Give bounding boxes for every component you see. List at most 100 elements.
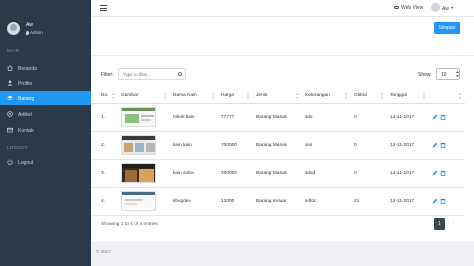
cell-oldrid: 0 — [351, 131, 387, 160]
cell-no: 3. — [91, 159, 118, 188]
cell-nama-kain: kbvgdev — [170, 187, 218, 216]
target-icon — [7, 111, 13, 117]
delete-trash-icon[interactable] — [440, 142, 446, 148]
cell-harga: 700000 — [218, 131, 253, 160]
pagination-page-1[interactable]: 1 — [434, 218, 445, 230]
sidebar-item-barang[interactable]: Barang — [0, 91, 91, 105]
cell-no: 2. — [91, 131, 118, 160]
barang-table: No. Gambar Nama Kain Harga Jenis Keteran… — [91, 89, 465, 216]
edit-pencil-icon[interactable] — [432, 198, 438, 204]
cell-harga: 77777 — [218, 103, 253, 132]
sidebar-item-artikel[interactable]: Artikel — [0, 107, 91, 121]
column-header-nama-kain[interactable]: Nama Kain — [170, 89, 218, 104]
table-row: 1. tokok kain 77777 Barang Masuk sds 0 1… — [91, 103, 465, 132]
sidebar: Aw Admin MAIN Beranda Profile Barang Art… — [0, 0, 91, 266]
column-header-jenis[interactable]: Jenis — [253, 89, 302, 104]
table-row: 2. kain kain 700000 Barang Masuk sss 0 1… — [91, 131, 465, 160]
top-bar: Web View Aw — [91, 0, 474, 17]
filter-input[interactable] — [118, 68, 186, 80]
profile: Aw Admin — [0, 18, 91, 44]
cell-oldrid: 0 — [351, 159, 387, 188]
filter-label: Filter: — [101, 72, 114, 78]
product-thumbnail — [121, 191, 156, 211]
user-avatar — [431, 3, 440, 12]
divider — [91, 55, 474, 56]
header-label: Oldrid — [354, 93, 367, 99]
column-header-no[interactable]: No. — [91, 89, 118, 104]
edit-pencil-icon[interactable] — [432, 170, 438, 176]
sidebar-item-label: Beranda — [18, 65, 37, 72]
sidebar-item-kontak[interactable]: Kontak — [0, 123, 91, 137]
simpan-button[interactable]: Simpan — [434, 22, 460, 34]
delete-trash-icon[interactable] — [440, 170, 446, 176]
sidebar-item-logout[interactable]: Logout — [0, 155, 91, 169]
edit-pencil-icon[interactable] — [432, 114, 438, 120]
header-label: Gambar — [121, 93, 139, 99]
cell-no: 1. — [91, 103, 118, 132]
column-header-keterangan[interactable]: Keterangan — [302, 89, 351, 104]
cell-no: 4. — [91, 187, 118, 216]
sidebar-item-profile[interactable]: Profile — [0, 76, 91, 90]
profile-name: Aw — [26, 22, 33, 28]
delete-trash-icon[interactable] — [440, 114, 446, 120]
profile-role: Admin — [26, 30, 43, 35]
cell-nama-kain: kain sutra — [170, 159, 218, 188]
sidebar-item-beranda[interactable]: Beranda — [0, 61, 91, 75]
product-thumbnail — [121, 135, 156, 155]
cell-gambar — [118, 131, 170, 160]
stepper-arrows-icon[interactable] — [456, 70, 459, 78]
delete-trash-icon[interactable] — [440, 198, 446, 204]
header-label: Tanggal — [390, 93, 407, 99]
header-label: Keterangan — [305, 93, 330, 99]
web-view-link[interactable]: Web View — [394, 5, 423, 11]
sort-icon — [212, 93, 215, 99]
web-view-label: Web View — [401, 5, 424, 11]
section-main-label: MAIN — [7, 48, 20, 53]
header-label: No. — [101, 93, 109, 99]
cell-oldrid: 0 — [351, 103, 387, 132]
table-header-row: No. Gambar Nama Kain Harga Jenis Keteran… — [91, 89, 465, 104]
user-menu[interactable]: Aw — [431, 3, 453, 12]
column-header-oldrid[interactable]: Oldrid — [351, 89, 387, 104]
copyright: © 2017 — [96, 249, 111, 254]
sort-icon — [459, 93, 462, 99]
table-info: Showing 1 to 4 of 4 entries — [101, 222, 158, 227]
cell-jenis: Barang Masuk — [253, 131, 302, 160]
cell-harga: 12000 — [218, 187, 253, 216]
column-header-gambar[interactable]: Gambar — [118, 89, 170, 104]
column-header-tanggal[interactable]: Tanggal — [387, 89, 429, 104]
avatar — [7, 22, 20, 35]
column-header-harga[interactable]: Harga — [218, 89, 253, 104]
cell-tanggal: 14-11-2017 — [387, 131, 429, 160]
sort-icon — [381, 93, 384, 99]
cell-jenis: Barang Masuk — [253, 159, 302, 188]
search-icon — [178, 72, 182, 76]
cell-tanggal: 14-11-2017 — [387, 103, 429, 132]
sidebar-item-label: Logout — [18, 159, 34, 166]
mail-icon — [7, 127, 13, 133]
user-icon — [7, 80, 13, 86]
cell-gambar — [118, 159, 170, 188]
cell-keterangan: sdsd — [302, 159, 351, 188]
sort-icon — [296, 93, 299, 99]
cell-gambar — [118, 103, 170, 132]
cell-gambar — [118, 187, 170, 216]
sort-icon — [423, 93, 426, 99]
cell-actions — [429, 131, 465, 160]
profile-role-label: Admin — [30, 30, 43, 35]
cell-harga: 200000 — [218, 159, 253, 188]
cell-keterangan: sss — [302, 131, 351, 160]
user-name: Aw — [442, 6, 449, 12]
sidebar-item-label: Barang — [18, 95, 35, 102]
pagination-next[interactable]: › — [449, 218, 458, 230]
edit-pencil-icon[interactable] — [432, 142, 438, 148]
location-pin-icon — [26, 30, 29, 35]
layers-icon — [7, 95, 13, 101]
product-thumbnail — [121, 163, 156, 183]
cell-keterangan: sds — [302, 103, 351, 132]
header-label: Nama Kain — [173, 93, 197, 99]
menu-toggle-icon[interactable] — [100, 5, 107, 11]
sort-icon — [345, 93, 348, 99]
cell-actions — [429, 103, 465, 132]
cell-actions — [429, 187, 465, 216]
